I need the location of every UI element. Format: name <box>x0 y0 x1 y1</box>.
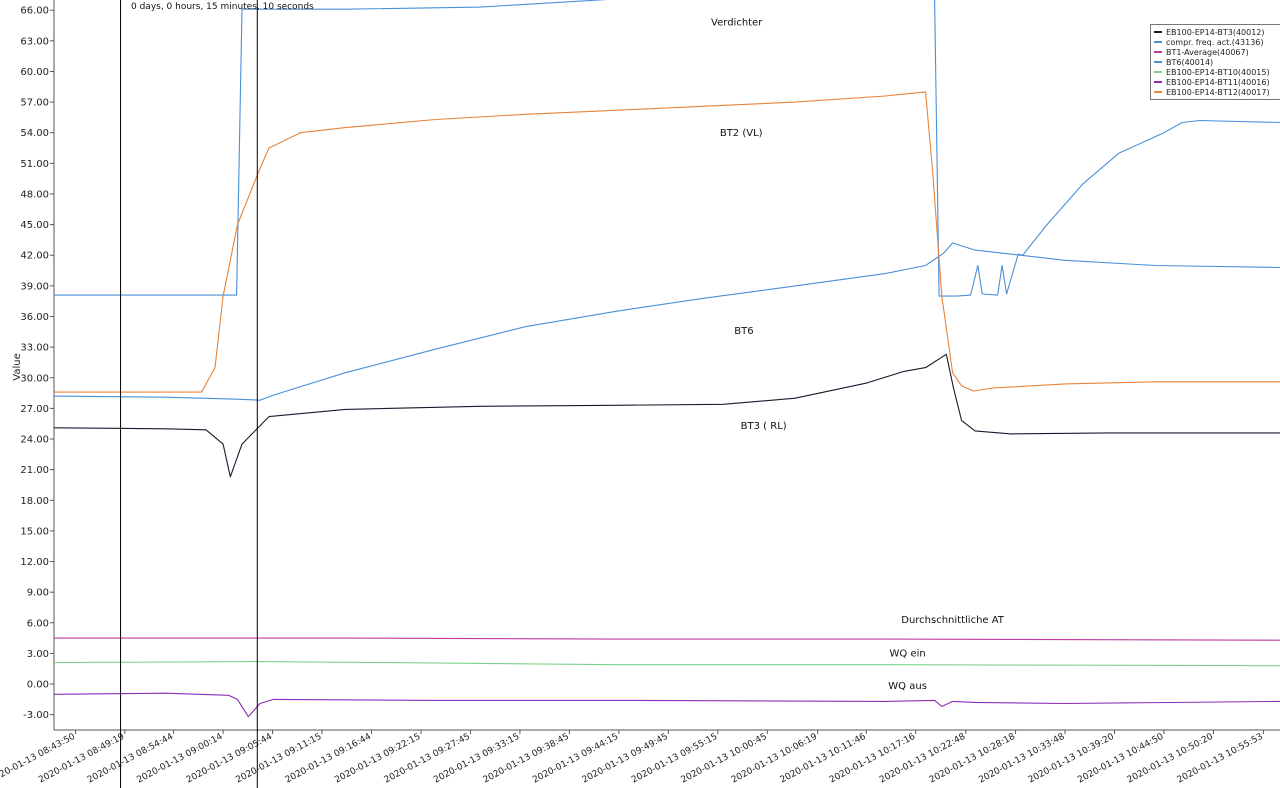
legend-swatch <box>1154 91 1162 93</box>
x-tick-label: 2020-01-13 09:22:15 <box>333 732 422 786</box>
series-annotation: Durchschnittliche AT <box>901 615 1005 626</box>
legend-label: EB100-EP14-BT3(40012) <box>1166 27 1265 37</box>
legend-item[interactable]: EB100-EP14-BT3(40012) <box>1154 27 1278 37</box>
x-tick-label: 2020-01-13 09:44:15 <box>531 732 620 786</box>
series-annotation: BT6 <box>734 326 753 337</box>
y-tick-label: 12.00 <box>20 557 49 568</box>
y-tick-label: 0.00 <box>27 680 49 691</box>
duration-label: 0 days, 0 hours, 15 minutes, 10 seconds <box>131 2 314 12</box>
legend-label: compr. freq. act.(43136) <box>1166 37 1264 47</box>
x-tick-label: 2020-01-13 09:11:15 <box>234 732 323 786</box>
legend-swatch <box>1154 71 1162 73</box>
legend-item[interactable]: EB100-EP14-BT12(40017) <box>1154 87 1278 97</box>
chart-legend: EB100-EP14-BT3(40012) compr. freq. act.(4… <box>1150 24 1280 100</box>
chart-axes: 66.00 63.00 60.00 57.00 54.00 51.00 48.00 45.00… <box>0 0 1280 786</box>
legend-label: EB100-EP14-BT11(40016) <box>1166 77 1270 87</box>
y-tick-label: 3.00 <box>27 649 49 660</box>
series-annotation: BT2 (VL) <box>720 128 763 139</box>
x-tick-label: 2020-01-13 10:50:20 <box>1126 732 1215 786</box>
y-tick-label: 18.00 <box>20 496 49 507</box>
y-tick-label: 30.00 <box>20 373 49 384</box>
y-tick-label: 60.00 <box>20 67 49 78</box>
x-tick-label: 2020-01-13 10:17:16 <box>828 732 917 786</box>
x-tick-label: 2020-01-13 09:55:15 <box>630 732 719 786</box>
y-tick-label: 21.00 <box>20 465 49 476</box>
legend-item[interactable]: BT6(40014) <box>1154 57 1278 67</box>
cursor-lines[interactable] <box>120 0 258 788</box>
series-annotation: BT3 ( RL) <box>741 421 787 432</box>
y-axis-label: Value <box>12 353 23 380</box>
y-tick-label: 33.00 <box>20 343 49 354</box>
y-tick-label: 42.00 <box>20 251 49 262</box>
x-tick-label: 2020-01-13 10:55:53 <box>1176 732 1265 786</box>
x-tick-label: 2020-01-13 09:27:45 <box>383 732 472 786</box>
y-tick-label: -3.00 <box>23 710 49 721</box>
y-tick-label: 66.00 <box>20 6 49 17</box>
y-tick-label: 36.00 <box>20 312 49 323</box>
x-tick-label: 2020-01-13 08:49:19 <box>37 732 126 786</box>
legend-swatch <box>1154 41 1162 43</box>
x-tick-label: 2020-01-13 09:00:14 <box>135 732 224 786</box>
chart-annotations: Verdichter BT2 (VL) BT6 BT3 ( RL) Durchschni… <box>711 18 1005 693</box>
x-tick-label: 2020-01-13 10:22:48 <box>878 732 967 786</box>
y-tick-label: 48.00 <box>20 189 49 200</box>
series-line-6 <box>53 692 1280 718</box>
x-tick-label: 2020-01-13 09:33:15 <box>432 732 521 786</box>
y-tick-label: 54.00 <box>20 128 49 139</box>
y-tick-label: 15.00 <box>20 526 49 537</box>
x-tick-label: 2020-01-13 10:33:48 <box>977 732 1066 786</box>
legend-item[interactable]: EB100-EP14-BT10(40015) <box>1154 67 1278 77</box>
x-tick-label: 2020-01-13 10:00:45 <box>680 732 769 786</box>
x-tick-label: 2020-01-13 10:28:18 <box>928 732 1017 786</box>
y-tick-label: 39.00 <box>20 281 49 292</box>
x-tick-label: 2020-01-13 08:54:44 <box>86 732 175 786</box>
series-line-3 <box>54 637 1280 641</box>
legend-swatch <box>1154 81 1162 83</box>
series-line-5 <box>53 661 1280 667</box>
y-tick-label: 9.00 <box>27 588 49 599</box>
legend-swatch <box>1154 31 1162 33</box>
x-tick-label: 2020-01-13 10:11:46 <box>779 732 868 786</box>
y-tick-label: 24.00 <box>20 435 49 446</box>
y-tick-label: 51.00 <box>20 159 49 170</box>
y-tick-label: 6.00 <box>27 618 49 629</box>
series-annotation: WQ aus <box>888 681 927 692</box>
chart-series <box>53 0 1280 718</box>
series-annotation: WQ ein <box>890 648 926 659</box>
series-line-4 <box>53 242 1280 401</box>
legend-item[interactable]: compr. freq. act.(43136) <box>1154 37 1278 47</box>
x-tick-label: 2020-01-13 10:44:50 <box>1076 732 1165 786</box>
legend-item[interactable]: BT1-Average(40067) <box>1154 47 1278 57</box>
y-tick-label: 45.00 <box>20 220 49 231</box>
x-tick-label: 2020-01-13 09:05:44 <box>185 732 274 786</box>
series-annotation: Verdichter <box>711 18 763 29</box>
legend-item[interactable]: EB100-EP14-BT11(40016) <box>1154 77 1278 87</box>
x-tick-label: 2020-01-13 10:06:19 <box>730 732 819 786</box>
line-chart: 66.00 63.00 60.00 57.00 54.00 51.00 48.00 45.00… <box>0 0 1280 788</box>
series-line-2 <box>54 0 1280 297</box>
x-tick-label: 2020-01-13 09:38:45 <box>482 732 571 786</box>
x-tick-label: 2020-01-13 09:16:44 <box>284 732 373 786</box>
legend-swatch <box>1154 51 1162 53</box>
x-tick-label: 2020-01-13 09:49:45 <box>581 732 670 786</box>
legend-swatch <box>1154 61 1162 63</box>
legend-label: BT1-Average(40067) <box>1166 47 1249 57</box>
series-line-1 <box>53 353 1280 478</box>
y-tick-label: 63.00 <box>20 36 49 47</box>
x-tick-label: 2020-01-13 10:39:20 <box>1027 732 1116 786</box>
y-tick-label: 27.00 <box>20 404 49 415</box>
legend-label: EB100-EP14-BT12(40017) <box>1166 87 1270 97</box>
legend-label: EB100-EP14-BT10(40015) <box>1166 67 1270 77</box>
y-tick-label: 57.00 <box>20 98 49 109</box>
legend-label: BT6(40014) <box>1166 57 1214 67</box>
